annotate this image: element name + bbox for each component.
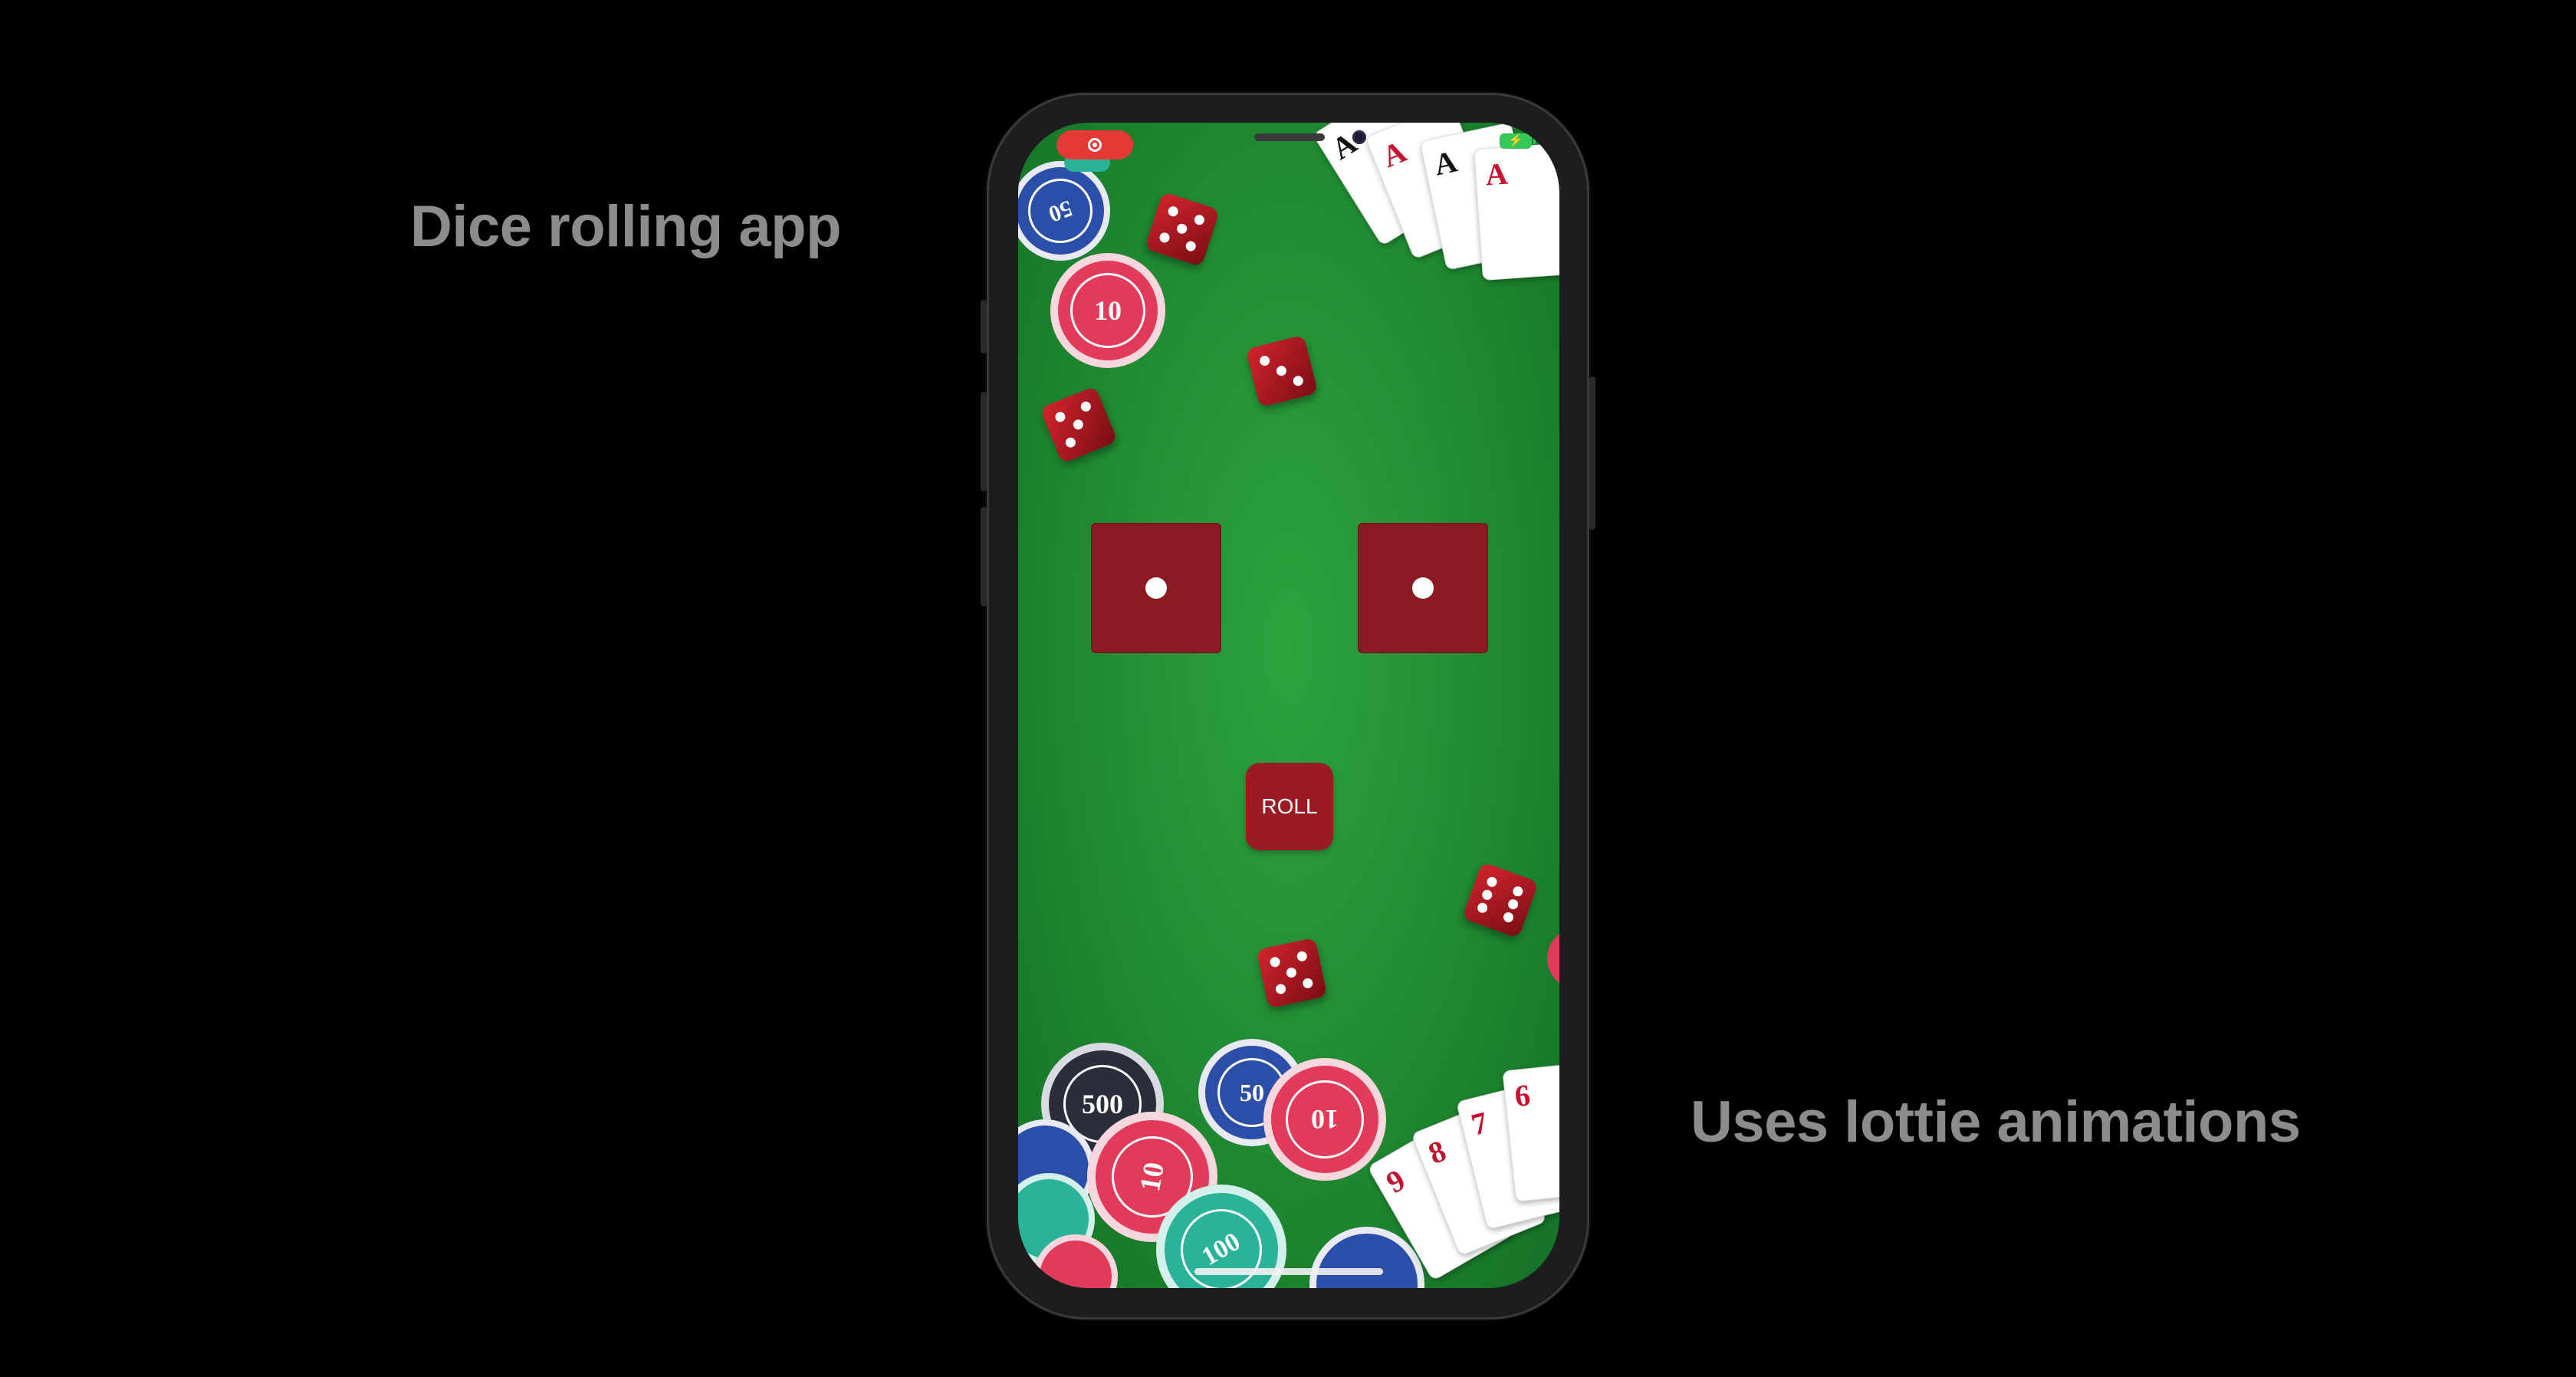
status-indicators: LTE ⚡ (1437, 132, 1536, 150)
decor-die-3 (1040, 386, 1118, 464)
chip-50-top: 50 (1018, 161, 1110, 261)
die-right (1358, 523, 1488, 653)
decor-die-4 (1462, 862, 1539, 938)
caption-lottie-animations: Uses lottie animations (1691, 1089, 2301, 1155)
decor-die-5 (1256, 937, 1328, 1009)
earpiece-speaker (1254, 133, 1325, 141)
network-type: LTE (1465, 132, 1493, 149)
caption-dice-rolling-app: Dice rolling app (410, 194, 842, 259)
volume-down-button (981, 507, 987, 606)
chip-edge-right (1547, 928, 1559, 989)
home-indicator[interactable] (1194, 1268, 1383, 1275)
decor-die-1 (1144, 191, 1221, 268)
phone-screen: 50 10 A A A A 500 50 10 10 100 9 8 7 6 L… (1018, 123, 1559, 1288)
decor-die-2 (1245, 334, 1319, 408)
chip-10-bottom-right: 10 (1263, 1058, 1386, 1181)
front-camera (1352, 130, 1366, 144)
die-left-pip (1145, 577, 1167, 599)
screen-record-indicator[interactable] (1056, 130, 1133, 159)
record-icon (1088, 138, 1102, 152)
volume-up-button (981, 392, 987, 491)
chip-10-top: 10 (1050, 253, 1165, 368)
power-button (1589, 376, 1595, 530)
mute-switch (981, 300, 987, 353)
roll-button[interactable]: ROLL (1246, 763, 1333, 850)
die-right-pip (1412, 577, 1434, 599)
die-left (1091, 523, 1221, 653)
status-bar: LTE ⚡ (1018, 123, 1559, 169)
cellular-signal-icon (1437, 133, 1460, 148)
battery-charging-icon: ⚡ (1500, 133, 1536, 149)
